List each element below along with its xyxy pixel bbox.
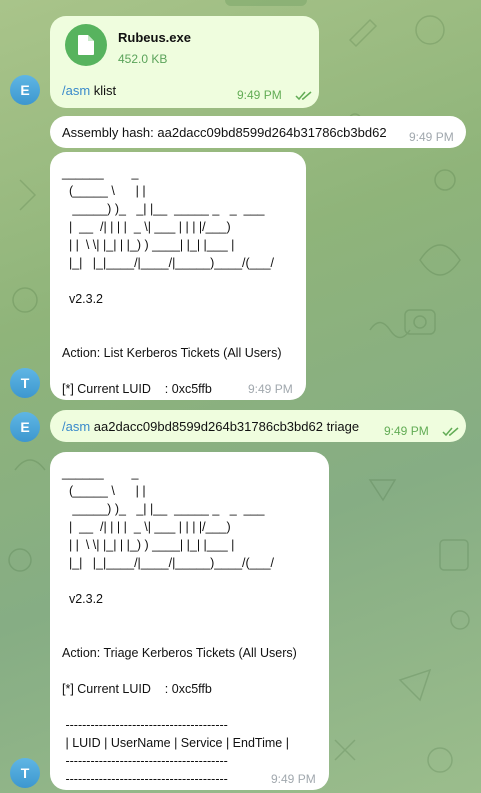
message-time: 9:49 PM <box>384 424 429 438</box>
avatar[interactable]: T <box>10 368 40 398</box>
output-line: |_| |_|____/|____/|_____)____/(___/ <box>62 556 275 570</box>
file-name[interactable]: Rubeus.exe <box>118 30 191 45</box>
command-args: klist <box>90 83 117 98</box>
message-time: 9:49 PM <box>271 772 316 786</box>
message-time: 9:49 PM <box>237 88 282 102</box>
command-args: aa2dacc09bd8599d264b31786cb3bd62 triage <box>90 419 360 434</box>
output-line: | __ /| | | | _ \| ___ | | | |/___) <box>62 220 231 234</box>
scroll-indicator <box>225 0 307 6</box>
output-line: v2.3.2 <box>62 292 103 306</box>
message-text: /asm klist <box>62 83 116 98</box>
output-line: Action: Triage Kerberos Tickets (All Use… <box>62 646 297 660</box>
output-line: v2.3.2 <box>62 592 103 606</box>
output-line: ______ _ <box>62 166 139 180</box>
avatar[interactable]: E <box>10 75 40 105</box>
incoming-message[interactable]: ______ _ (_____ \ | | _____) )_ _| |__ _… <box>50 452 329 790</box>
message-text: Assembly hash: aa2dacc09bd8599d264b31786… <box>62 125 387 140</box>
output-line: ______ _ <box>62 466 139 480</box>
output-line: |_| |_|____/|____/|_____)____/(___/ <box>62 256 275 270</box>
outgoing-file-message[interactable]: Rubeus.exe 452.0 KB /asm klist 9:49 PM <box>50 16 319 108</box>
double-check-icon <box>295 91 312 101</box>
output-line: [*] Current LUID : 0xc5ffb <box>62 382 212 396</box>
message-text: /asm aa2dacc09bd8599d264b31786cb3bd62 tr… <box>62 419 359 434</box>
output-line: | __ /| | | | _ \| ___ | | | |/___) <box>62 520 231 534</box>
rubeus-output: ______ _ (_____ \ | | _____) )_ _| |__ _… <box>62 164 282 398</box>
message-time: 9:49 PM <box>248 382 293 396</box>
incoming-message[interactable]: ______ _ (_____ \ | | _____) )_ _| |__ _… <box>50 152 306 400</box>
message-time: 9:49 PM <box>409 130 454 144</box>
output-line: (_____ \ | | <box>62 484 146 498</box>
output-line: | | \ \| |_| | |_) ) ____| |_| |___ | <box>62 238 235 252</box>
file-icon[interactable] <box>65 24 107 66</box>
output-line: | | \ \| |_| | |_) ) ____| |_| |___ | <box>62 538 235 552</box>
file-size: 452.0 KB <box>118 52 168 66</box>
outgoing-message[interactable]: /asm aa2dacc09bd8599d264b31786cb3bd62 tr… <box>50 410 466 442</box>
incoming-message[interactable]: Assembly hash: aa2dacc09bd8599d264b31786… <box>50 116 466 148</box>
bot-command-link[interactable]: /asm <box>62 419 90 434</box>
output-line: Action: List Kerberos Tickets (All Users… <box>62 346 282 360</box>
bot-command-link[interactable]: /asm <box>62 83 90 98</box>
output-line: --------------------------------------- <box>62 772 228 786</box>
output-line: --------------------------------------- <box>62 754 228 768</box>
rubeus-output: ______ _ (_____ \ | | _____) )_ _| |__ _… <box>62 464 297 788</box>
double-check-icon <box>442 427 459 437</box>
output-line: --------------------------------------- <box>62 718 228 732</box>
output-line: _____) )_ _| |__ _____ _ _ ___ <box>62 202 265 216</box>
output-line: [*] Current LUID : 0xc5ffb <box>62 682 212 696</box>
output-line: _____) )_ _| |__ _____ _ _ ___ <box>62 502 265 516</box>
avatar[interactable]: T <box>10 758 40 788</box>
avatar[interactable]: E <box>10 412 40 442</box>
output-line: (_____ \ | | <box>62 184 146 198</box>
output-line: | LUID | UserName | Service | EndTime | <box>62 736 289 750</box>
